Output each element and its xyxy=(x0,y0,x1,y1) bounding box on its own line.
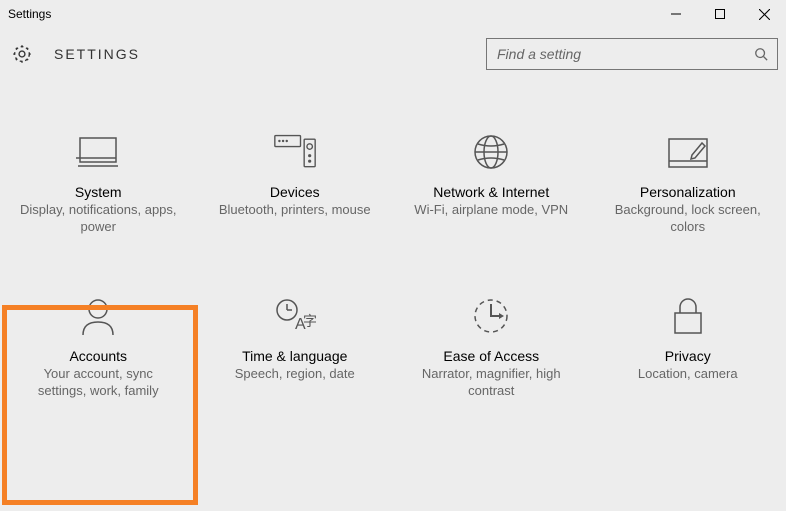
tile-title: Devices xyxy=(270,184,320,200)
tile-personalization[interactable]: Personalization Background, lock screen,… xyxy=(590,130,786,236)
tile-devices[interactable]: Devices Bluetooth, printers, mouse xyxy=(197,130,394,236)
minimize-icon xyxy=(671,9,681,19)
tile-desc: Display, notifications, apps, power xyxy=(18,202,178,236)
search-box[interactable] xyxy=(486,38,778,70)
svg-text:字: 字 xyxy=(303,313,317,329)
window-title: Settings xyxy=(8,7,51,21)
tile-desc: Speech, region, date xyxy=(235,366,355,383)
tile-accounts[interactable]: Accounts Your account, sync settings, wo… xyxy=(0,294,197,400)
tile-desc: Your account, sync settings, work, famil… xyxy=(18,366,178,400)
close-button[interactable] xyxy=(742,0,786,28)
tile-privacy[interactable]: Privacy Location, camera xyxy=(590,294,786,400)
minimize-button[interactable] xyxy=(654,0,698,28)
devices-icon xyxy=(273,130,317,174)
tile-desc: Wi-Fi, airplane mode, VPN xyxy=(414,202,568,219)
globe-icon xyxy=(469,130,513,174)
settings-grid: System Display, notifications, apps, pow… xyxy=(0,80,786,400)
header: SETTINGS xyxy=(0,28,786,80)
tile-desc: Narrator, magnifier, high contrast xyxy=(411,366,571,400)
tile-system[interactable]: System Display, notifications, apps, pow… xyxy=(0,130,197,236)
time-language-icon: A字 xyxy=(273,294,317,338)
titlebar: Settings xyxy=(0,0,786,28)
accounts-icon xyxy=(76,294,120,338)
tile-title: Privacy xyxy=(665,348,711,364)
window-controls xyxy=(654,0,786,28)
maximize-button[interactable] xyxy=(698,0,742,28)
system-icon xyxy=(76,130,120,174)
tile-title: Accounts xyxy=(69,348,127,364)
tile-network[interactable]: Network & Internet Wi-Fi, airplane mode,… xyxy=(393,130,590,236)
tile-time-language[interactable]: A字 Time & language Speech, region, date xyxy=(197,294,394,400)
close-icon xyxy=(759,9,770,20)
tile-desc: Background, lock screen, colors xyxy=(608,202,768,236)
tile-title: Ease of Access xyxy=(443,348,539,364)
tile-title: Time & language xyxy=(242,348,347,364)
tile-ease-of-access[interactable]: Ease of Access Narrator, magnifier, high… xyxy=(393,294,590,400)
maximize-icon xyxy=(715,9,725,19)
tile-title: System xyxy=(75,184,122,200)
ease-of-access-icon xyxy=(469,294,513,338)
tile-title: Personalization xyxy=(640,184,736,200)
search-icon xyxy=(753,46,769,62)
gear-icon xyxy=(10,42,34,66)
search-input[interactable] xyxy=(497,46,753,62)
tile-desc: Bluetooth, printers, mouse xyxy=(219,202,371,219)
tile-title: Network & Internet xyxy=(433,184,549,200)
lock-icon xyxy=(666,294,710,338)
personalization-icon xyxy=(666,130,710,174)
tile-desc: Location, camera xyxy=(638,366,738,383)
page-title: SETTINGS xyxy=(54,46,140,62)
